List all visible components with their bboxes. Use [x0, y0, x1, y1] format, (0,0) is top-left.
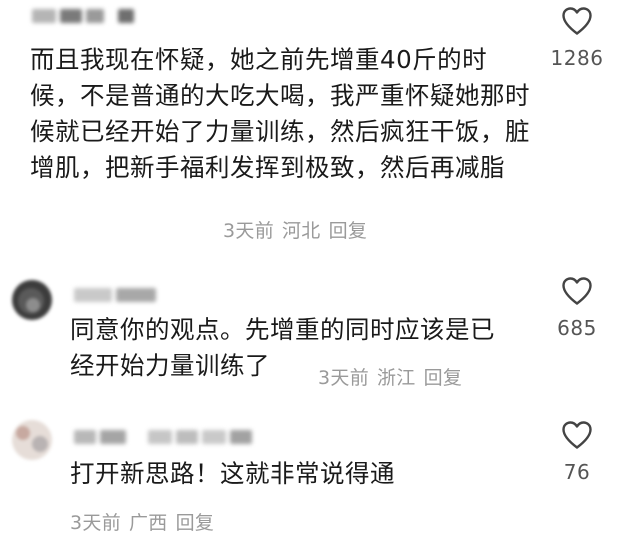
- comment-location: 浙江: [377, 367, 416, 389]
- comment-location: 广西: [129, 512, 168, 534]
- heart-outline-icon: [562, 7, 592, 35]
- username-blurred[interactable]: [74, 430, 252, 444]
- heart-outline-icon: [562, 421, 592, 449]
- comment-time: 3天前: [223, 220, 274, 242]
- comment-text-content: 而且我现在怀疑，她之前先增重40斤的时候，不是普通的大吃大喝，我严重怀疑她那时候…: [30, 45, 530, 182]
- like-button[interactable]: 685: [537, 276, 617, 340]
- username-blurred[interactable]: [74, 288, 156, 302]
- comment-time: 3天前: [318, 367, 369, 389]
- comment-text-content: 打开新思路！这就非常说得通: [70, 459, 395, 488]
- comment-text: 而且我现在怀疑，她之前先增重40斤的时候，不是普通的大吃大喝，我严重怀疑她那时候…: [30, 42, 535, 182]
- like-button[interactable]: 1286: [537, 6, 617, 70]
- comment-time: 3天前: [70, 512, 121, 534]
- heart-outline-icon: [562, 277, 592, 305]
- reply-button[interactable]: 回复: [176, 512, 215, 534]
- reply-button[interactable]: 回复: [329, 220, 368, 242]
- comment-meta: 3天前 河北 回复: [223, 216, 375, 243]
- comment-text: 打开新思路！这就非常说得通: [70, 456, 510, 492]
- avatar[interactable]: [12, 280, 52, 320]
- reply-button[interactable]: 回复: [424, 367, 463, 389]
- like-count: 76: [563, 460, 591, 484]
- like-button[interactable]: 76: [537, 420, 617, 484]
- avatar[interactable]: [12, 420, 52, 460]
- username-blurred[interactable]: [32, 9, 134, 23]
- comment-meta: 3天前 广西 回复: [70, 508, 222, 535]
- like-count: 1286: [550, 46, 604, 70]
- comment-location: 河北: [282, 220, 321, 242]
- comment-meta: 3天前 浙江 回复: [318, 363, 470, 390]
- like-count: 685: [557, 316, 597, 340]
